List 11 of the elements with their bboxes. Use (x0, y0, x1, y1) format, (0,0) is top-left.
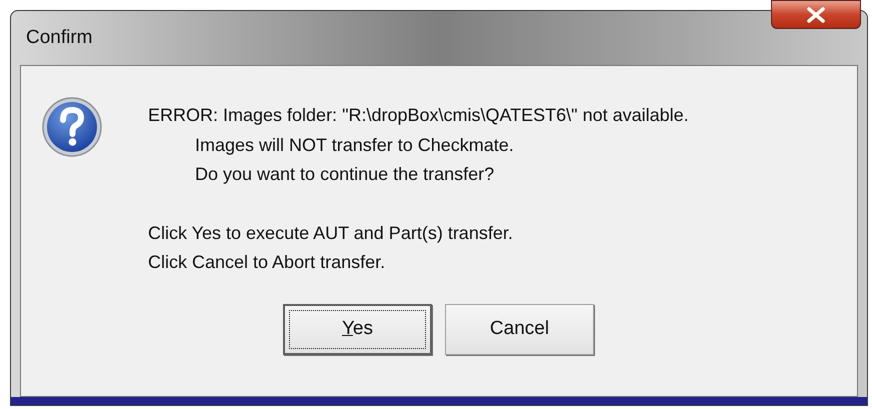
window-title: Confirm (26, 27, 93, 49)
close-button[interactable] (771, 0, 861, 29)
yes-button[interactable]: Yes (283, 304, 432, 354)
close-icon (805, 6, 827, 22)
instruction-text: Click Cancel to Abort transfer. (148, 251, 386, 274)
message-text: Images will NOT transfer to Checkmate. (194, 134, 515, 157)
question-icon (41, 96, 103, 158)
message-text: ERROR: Images folder: "R:\dropBox\cmis\QATEST6\" not available. (148, 104, 689, 127)
message-text: Do you want to continue the transfer? (194, 163, 496, 186)
instruction-text: Click Yes to execute AUT and Part(s) transfer. (148, 222, 514, 245)
cancel-button[interactable]: Cancel (445, 304, 594, 354)
